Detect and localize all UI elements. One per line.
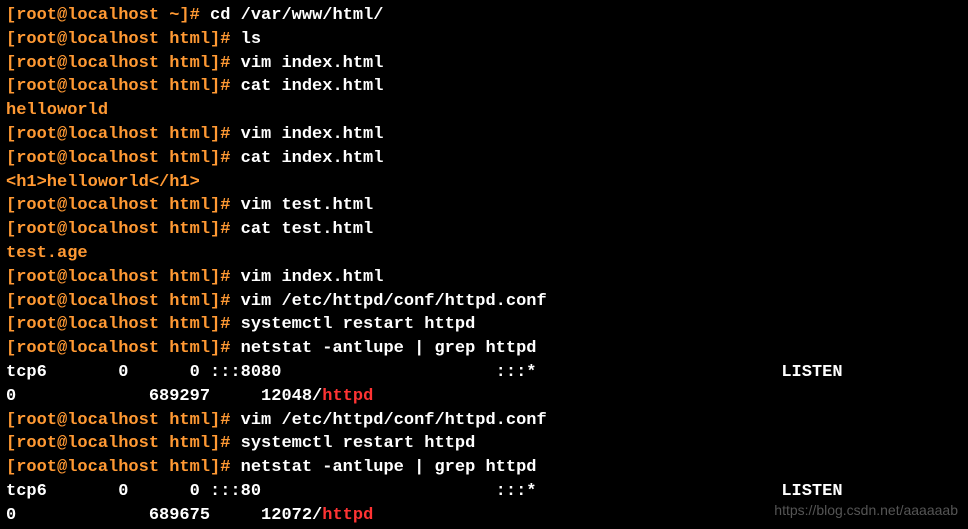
shell-prompt: [root@localhost html]#: [6, 315, 241, 334]
terminal-line: [root@localhost html]# vim index.html: [6, 52, 962, 76]
terminal-line: [root@localhost html]# vim index.html: [6, 266, 962, 290]
shell-prompt: [root@localhost ~]#: [6, 6, 210, 25]
shell-prompt: [root@localhost html]#: [6, 30, 241, 49]
terminal-line: 0 689297 12048/httpd: [6, 385, 962, 409]
shell-prompt: [root@localhost html]#: [6, 125, 241, 144]
command-output: <h1>helloworld</h1>: [6, 173, 200, 192]
shell-command: netstat -antlupe | grep httpd: [241, 458, 537, 477]
terminal-line: [root@localhost html]# vim /etc/httpd/co…: [6, 409, 962, 433]
shell-prompt: [root@localhost html]#: [6, 196, 241, 215]
terminal-line: [root@localhost html]# netstat -antlupe …: [6, 456, 962, 480]
netstat-row-continued: 0 689297 12048/: [6, 387, 322, 406]
grep-match: httpd: [322, 506, 373, 525]
netstat-row: tcp6 0 0 :::8080 :::* LISTEN: [6, 363, 843, 382]
terminal-line: tcp6 0 0 :::80 :::* LISTEN: [6, 480, 962, 504]
shell-command: cat index.html: [241, 149, 384, 168]
shell-command: vim index.html: [241, 54, 384, 73]
shell-prompt: [root@localhost html]#: [6, 77, 241, 96]
shell-command: vim index.html: [241, 125, 384, 144]
terminal-line: [root@localhost html]# vim /etc/httpd/co…: [6, 290, 962, 314]
shell-command: systemctl restart httpd: [241, 315, 476, 334]
shell-command: vim /etc/httpd/conf/httpd.conf: [241, 292, 547, 311]
shell-prompt: [root@localhost html]#: [6, 434, 241, 453]
terminal-line: [root@localhost html]# vim test.html: [6, 194, 962, 218]
shell-prompt: [root@localhost html]#: [6, 411, 241, 430]
shell-prompt: [root@localhost html]#: [6, 268, 241, 287]
shell-command: vim /etc/httpd/conf/httpd.conf: [241, 411, 547, 430]
terminal-line: helloworld: [6, 99, 962, 123]
terminal-line: [root@localhost html]# vim index.html: [6, 123, 962, 147]
shell-command: cat test.html: [241, 220, 374, 239]
shell-prompt: [root@localhost html]#: [6, 149, 241, 168]
netstat-row: tcp6 0 0 :::80 :::* LISTEN: [6, 482, 843, 501]
terminal-line: <h1>helloworld</h1>: [6, 171, 962, 195]
shell-command: netstat -antlupe | grep httpd: [241, 339, 537, 358]
shell-command: systemctl restart httpd: [241, 434, 476, 453]
terminal-line: test.age: [6, 242, 962, 266]
shell-command: cat index.html: [241, 77, 384, 96]
terminal-line: tcp6 0 0 :::8080 :::* LISTEN: [6, 361, 962, 385]
terminal-line: [root@localhost html]# systemctl restart…: [6, 432, 962, 456]
shell-prompt: [root@localhost html]#: [6, 339, 241, 358]
terminal-line: [root@localhost html]# netstat -antlupe …: [6, 337, 962, 361]
terminal-output[interactable]: [root@localhost ~]# cd /var/www/html/[ro…: [6, 4, 962, 528]
terminal-line: [root@localhost html]# cat test.html: [6, 218, 962, 242]
shell-prompt: [root@localhost html]#: [6, 54, 241, 73]
shell-command: vim test.html: [241, 196, 374, 215]
shell-command: vim index.html: [241, 268, 384, 287]
watermark-text: https://blog.csdn.net/aaaaaab: [774, 501, 958, 521]
shell-command: cd /var/www/html/: [210, 6, 383, 25]
command-output: helloworld: [6, 101, 108, 120]
shell-prompt: [root@localhost html]#: [6, 458, 241, 477]
shell-command: ls: [241, 30, 261, 49]
shell-prompt: [root@localhost html]#: [6, 292, 241, 311]
terminal-line: [root@localhost html]# systemctl restart…: [6, 313, 962, 337]
terminal-line: [root@localhost html]# cat index.html: [6, 147, 962, 171]
shell-prompt: [root@localhost html]#: [6, 220, 241, 239]
command-output: test.age: [6, 244, 88, 263]
grep-match: httpd: [322, 387, 373, 406]
netstat-row-continued: 0 689675 12072/: [6, 506, 322, 525]
terminal-line: [root@localhost html]# ls: [6, 28, 962, 52]
terminal-line: [root@localhost ~]# cd /var/www/html/: [6, 4, 962, 28]
terminal-line: [root@localhost html]# cat index.html: [6, 75, 962, 99]
